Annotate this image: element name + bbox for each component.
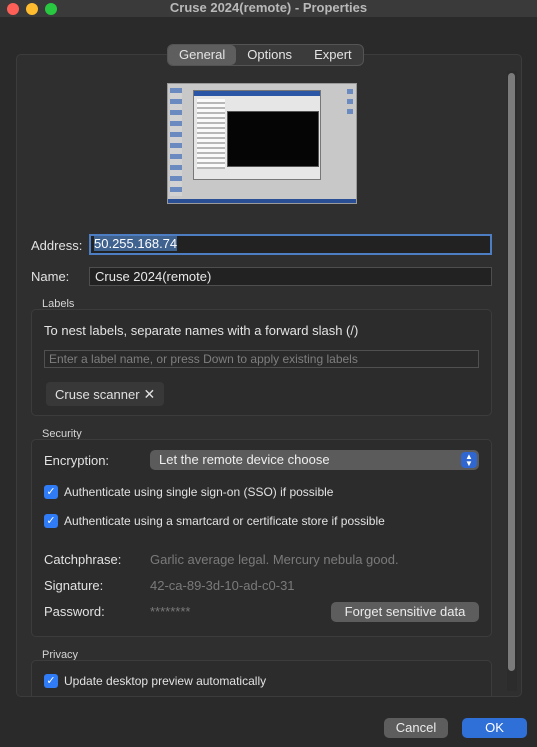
sso-checkbox[interactable]: ✓ <box>44 485 58 499</box>
sso-label: Authenticate using single sign-on (SSO) … <box>64 485 334 499</box>
tab-options[interactable]: Options <box>236 45 303 65</box>
checkmark-icon: ✓ <box>46 515 56 527</box>
encryption-select[interactable]: Let the remote device choose ▲ ▼ <box>150 450 479 470</box>
chevron-updown-icon: ▲ ▼ <box>461 452 477 468</box>
address-label: Address: <box>31 238 83 253</box>
tab-general[interactable]: General <box>168 45 237 65</box>
scrollbar[interactable] <box>507 71 517 691</box>
label-chip-text: Cruse scanner <box>55 387 140 402</box>
password-label: Password: <box>44 604 105 619</box>
catchphrase-label: Catchphrase: <box>44 552 122 567</box>
labels-hint: To nest labels, separate names with a fo… <box>44 323 359 338</box>
signature-value: 42-ca-89-3d-10-ad-c0-31 <box>150 578 295 593</box>
label-chip: Cruse scanner ✕ <box>46 382 165 406</box>
name-label: Name: <box>31 269 70 284</box>
checkmark-icon: ✓ <box>46 486 56 498</box>
scroll-thumb[interactable] <box>508 73 515 671</box>
encryption-value: Let the remote device choose <box>159 452 330 467</box>
window-title: Cruse 2024(remote) - Properties <box>169 0 368 15</box>
checkmark-icon: ✓ <box>46 675 56 687</box>
cancel-button[interactable]: Cancel <box>384 718 448 738</box>
smartcard-checkbox[interactable]: ✓ <box>44 514 58 528</box>
security-box: Encryption: Let the remote device choose… <box>31 439 492 637</box>
desktop-preview-thumbnail <box>167 83 357 204</box>
label-input[interactable]: Enter a label name, or press Down to app… <box>44 350 479 368</box>
password-value: ******** <box>150 604 191 619</box>
ok-button[interactable]: OK <box>462 718 527 738</box>
signature-label: Signature: <box>44 578 104 593</box>
address-value: 50.255.168.74 <box>94 236 178 251</box>
properties-panel: Address: 50.255.168.74 Name: Cruse 2024(… <box>16 54 522 697</box>
update-preview-checkbox[interactable]: ✓ <box>44 674 58 688</box>
privacy-box: ✓ Update desktop preview automatically <box>31 660 492 696</box>
encryption-label: Encryption: <box>44 453 110 468</box>
tab-expert[interactable]: Expert <box>303 45 363 65</box>
remove-label-icon[interactable]: ✕ <box>144 386 156 402</box>
labels-box: To nest labels, separate names with a fo… <box>31 309 492 416</box>
forget-sensitive-data-button[interactable]: Forget sensitive data <box>331 602 479 622</box>
catchphrase-value: Garlic average legal. Mercury nebula goo… <box>150 552 399 567</box>
tab-bar: General Options Expert <box>167 44 364 66</box>
update-preview-label: Update desktop preview automatically <box>64 674 267 688</box>
title-bar: Cruse 2024(remote) - Properties <box>0 0 537 17</box>
smartcard-label: Authenticate using a smartcard or certif… <box>64 514 385 528</box>
address-field[interactable]: 50.255.168.74 <box>89 234 492 255</box>
name-field[interactable]: Cruse 2024(remote) <box>89 267 492 286</box>
